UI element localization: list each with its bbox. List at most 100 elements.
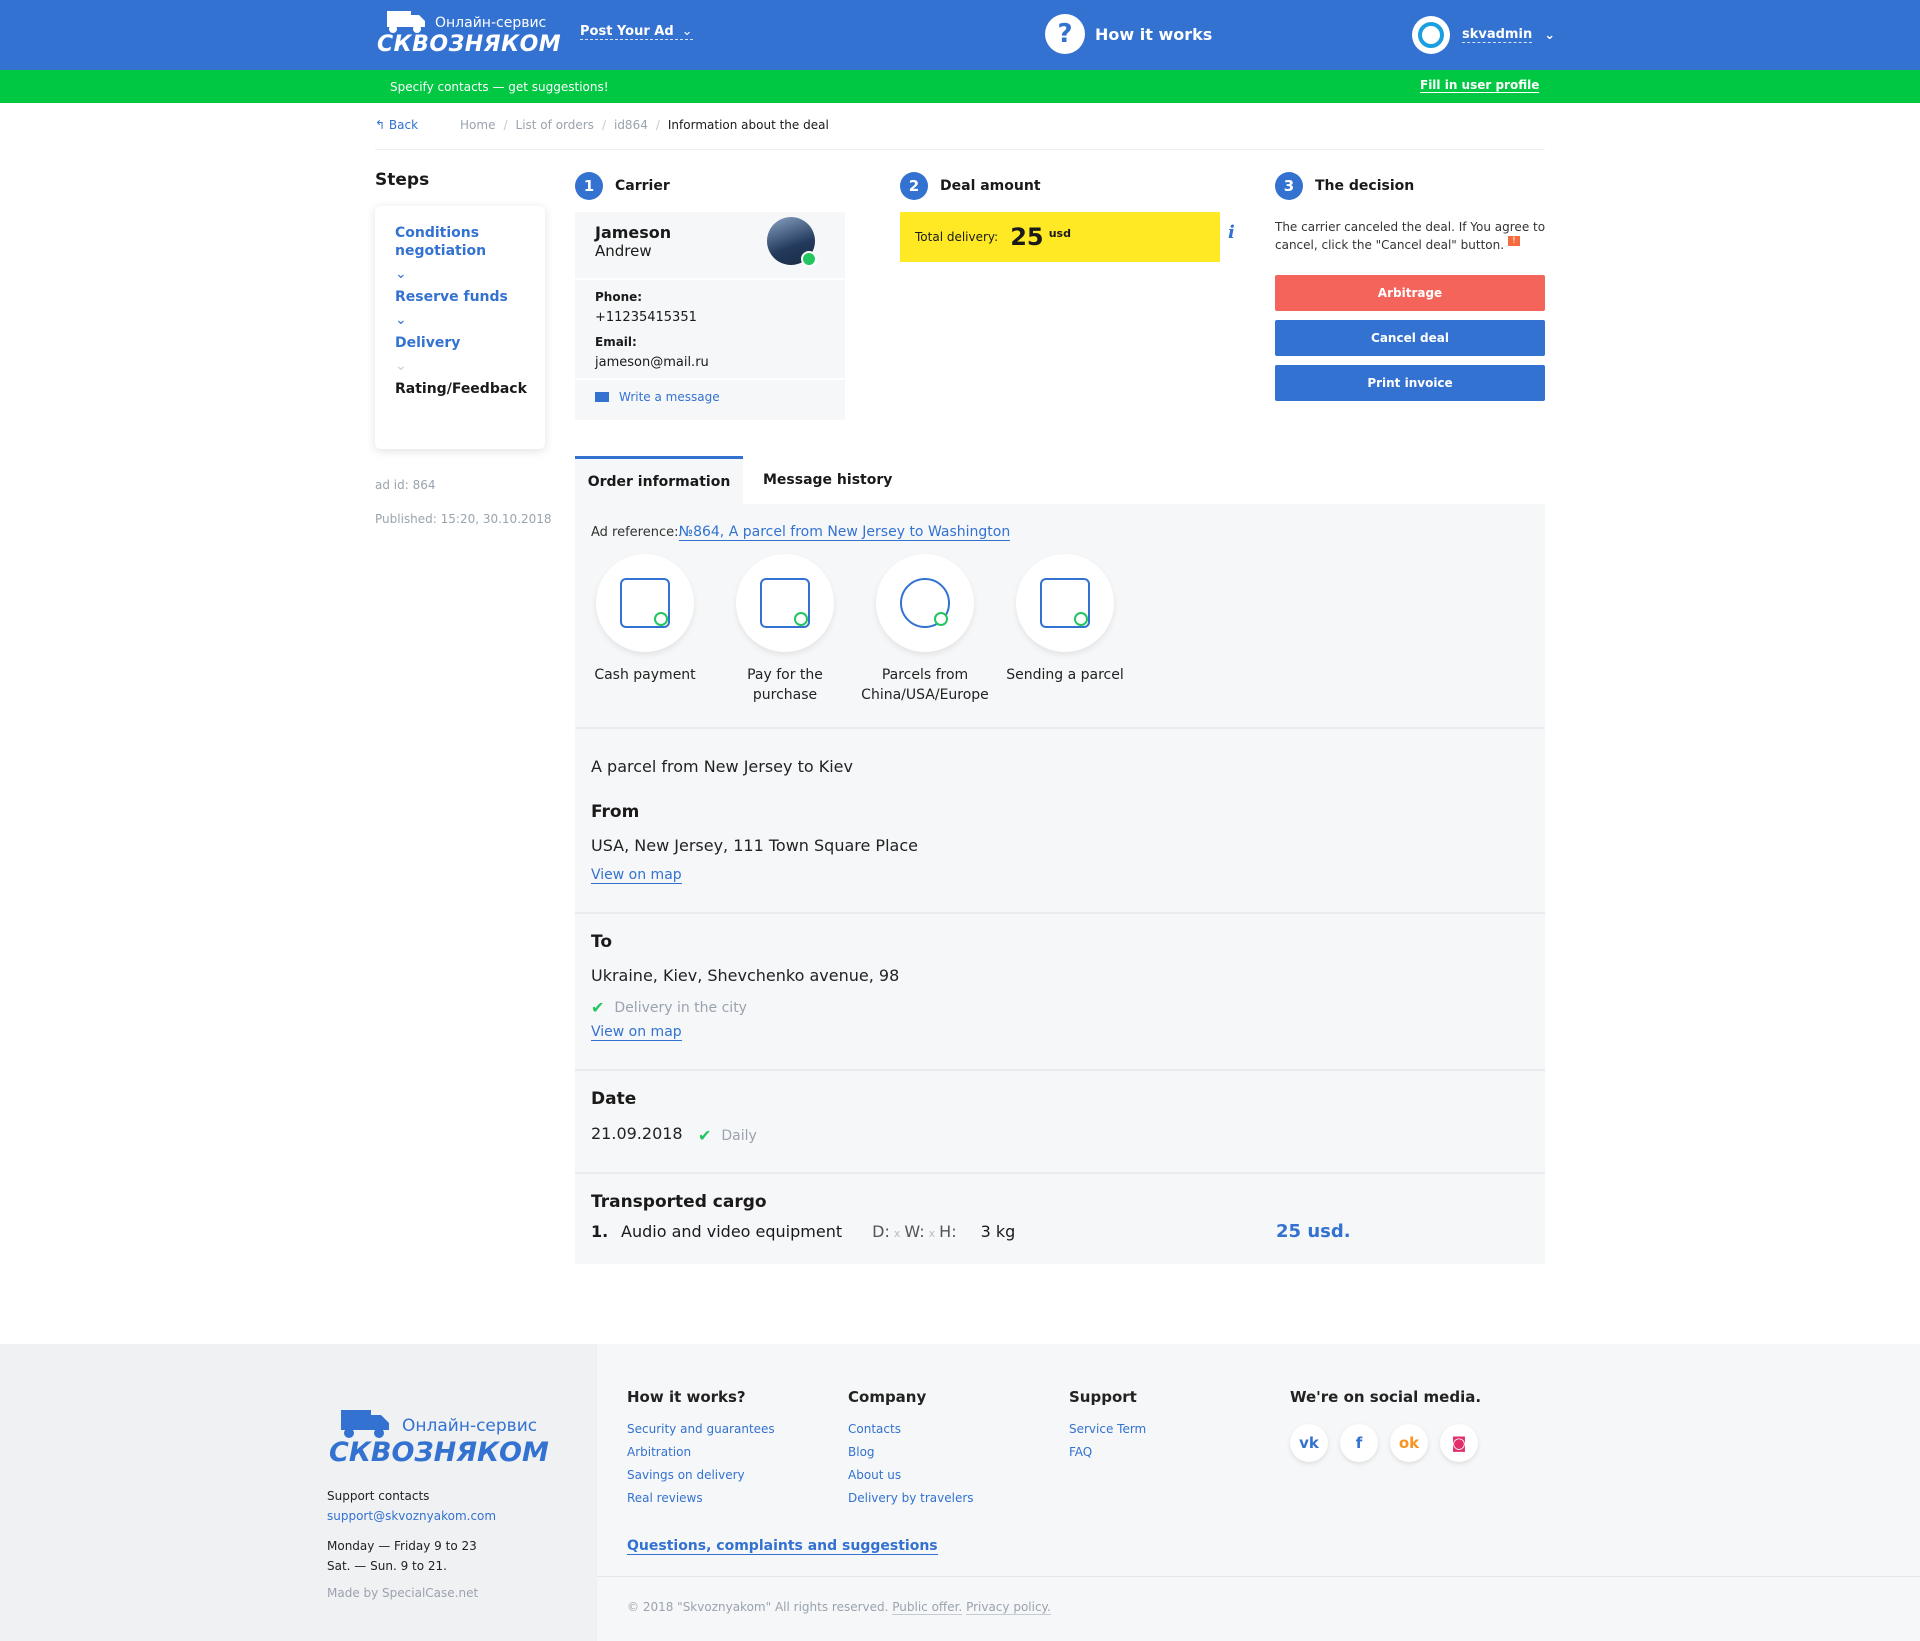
breadcrumb: ↰ Back Home / List of orders / id864 / I… (375, 118, 1545, 150)
privacy-policy-link[interactable]: Privacy policy. (966, 1600, 1051, 1615)
divider (575, 1069, 1545, 1071)
delivery-in-city-label: Delivery in the city (614, 999, 747, 1016)
footer: Онлайн-сервис СКВОЗНЯКОМ Support contact… (0, 1344, 1920, 1641)
step-rating[interactable]: Rating/Feedback (395, 380, 527, 398)
breadcrumb-separator: / (601, 118, 606, 132)
carrier-title: Carrier (615, 178, 670, 194)
deal-currency: usd (1048, 227, 1071, 240)
feature-parcels: Parcels from China/USA/Europe (855, 554, 995, 705)
info-icon[interactable]: i (1228, 222, 1235, 243)
step-reserve[interactable]: Reserve funds (395, 288, 525, 306)
how-it-works-link[interactable]: ? How it works (1045, 14, 1212, 54)
footer-link[interactable]: Blog (848, 1445, 974, 1459)
breadcrumb-home[interactable]: Home (460, 118, 495, 132)
carrier-heading: 1 Carrier (575, 172, 670, 200)
footer-col-company: Company Contacts Blog About us Delivery … (848, 1388, 974, 1514)
power-icon (1412, 16, 1450, 54)
footer-link[interactable]: Real reviews (627, 1491, 775, 1505)
wallet-icon (736, 554, 834, 652)
dim-w: W: (904, 1222, 925, 1241)
questions-link[interactable]: Questions, complaints and suggestions (627, 1538, 938, 1555)
check-icon: ✔ (698, 1126, 712, 1145)
feature-label: Sending a parcel (1006, 667, 1124, 683)
footer-social: We're on social media. (1290, 1388, 1481, 1422)
copyright: © 2018 "Skvoznyakom" All rights reserved… (627, 1600, 1051, 1615)
hours-weekdays: Monday — Friday 9 to 23 (327, 1539, 477, 1553)
arbitrage-button[interactable]: Arbitrage (1275, 275, 1545, 311)
instagram-icon[interactable]: ◙ (1440, 1424, 1478, 1462)
breadcrumb-orders[interactable]: List of orders (516, 118, 594, 132)
back-arrow-icon: ↰ (375, 118, 386, 132)
footer-logo[interactable]: Онлайн-сервис СКВОЗНЯКОМ (327, 1404, 549, 1468)
to-title: To (591, 932, 613, 952)
user-menu[interactable]: skvadmin ⌄ (1412, 16, 1555, 54)
chevron-down-icon: ⌄ (681, 24, 693, 39)
breadcrumb-id[interactable]: id864 (614, 118, 648, 132)
vk-icon[interactable]: vk (1290, 1424, 1328, 1462)
footer-link[interactable]: About us (848, 1468, 974, 1482)
to-address: Ukraine, Kiev, Shevchenko avenue, 98 (591, 966, 900, 985)
footer-col-title: Support (1069, 1388, 1137, 1406)
ad-reference-label: Ad reference: (591, 525, 679, 540)
from-address: USA, New Jersey, 111 Town Square Place (591, 836, 918, 855)
logo-bottom-text: СКВОЗНЯКОМ (377, 32, 562, 57)
top-header: Онлайн-сервис СКВОЗНЯКОМ Post Your Ad ⌄ ?… (0, 0, 1920, 70)
phone-value: +11235415351 (595, 310, 697, 325)
breadcrumb-separator: / (655, 118, 660, 132)
username: skvadmin (1462, 27, 1533, 43)
cargo-row: 1. Audio and video equipment D: x W: x H: 3 … (591, 1221, 1531, 1242)
tab-message-history[interactable]: Message history (763, 456, 892, 504)
from-view-on-map-link[interactable]: View on map (591, 867, 682, 884)
footer-col-title: How it works? (627, 1388, 746, 1406)
post-ad-menu[interactable]: Post Your Ad ⌄ (580, 24, 693, 40)
print-invoice-button[interactable]: Print invoice (1275, 365, 1545, 401)
deal-amount-box: Total delivery: 25 usd (900, 212, 1220, 262)
back-label: Back (388, 118, 419, 132)
footer-link[interactable]: Savings on delivery (627, 1468, 775, 1482)
made-by: Made by SpecialCase.net (327, 1586, 479, 1600)
step-number: 1 (575, 172, 603, 200)
footer-link[interactable]: Service Term (1069, 1422, 1146, 1436)
envelope-icon (595, 392, 609, 402)
footer-left (0, 1344, 597, 1641)
feature-purchase: Pay for the purchase (715, 554, 855, 705)
divider (575, 912, 1545, 914)
footer-link[interactable]: Security and guarantees (627, 1422, 775, 1436)
footer-link[interactable]: Contacts (848, 1422, 974, 1436)
support-contacts: Support contacts support@skvoznyakom.com (327, 1486, 496, 1526)
footer-link[interactable]: FAQ (1069, 1445, 1146, 1459)
footer-col-how: How it works? Security and guarantees Ar… (627, 1388, 775, 1514)
carrier-last-name: Andrew (595, 242, 652, 260)
published-date: Published: 15:20, 30.10.2018 (375, 512, 552, 526)
footer-link[interactable]: Delivery by travelers (848, 1491, 974, 1505)
footer-link[interactable]: Arbitration (627, 1445, 775, 1459)
delivery-in-city: ✔ Delivery in the city (591, 998, 747, 1017)
daily-flag: ✔ Daily (698, 1126, 757, 1145)
public-offer-link[interactable]: Public offer. (892, 1600, 963, 1615)
support-email-link[interactable]: support@skvoznyakom.com (327, 1509, 496, 1523)
step-delivery[interactable]: Delivery (395, 334, 525, 352)
step-number: 2 (900, 172, 928, 200)
step-conditions[interactable]: Conditions negotiation (395, 224, 525, 260)
carrier-name: Jameson Andrew (595, 224, 671, 261)
tab-order-information[interactable]: Order information (575, 456, 743, 504)
decision-message: The carrier canceled the deal. If You ag… (1275, 220, 1546, 252)
cargo-price: 25 usd. (1276, 1221, 1351, 1242)
back-link[interactable]: ↰ Back (375, 118, 418, 132)
chevron-down-icon: ⌄ (395, 266, 407, 282)
to-view-on-map-link[interactable]: View on map (591, 1024, 682, 1041)
divider (575, 727, 1545, 729)
decision-title: The decision (1315, 178, 1415, 194)
cancel-deal-button[interactable]: Cancel deal (1275, 320, 1545, 356)
site-logo[interactable]: Онлайн-сервис СКВОЗНЯКОМ (375, 5, 561, 57)
fill-profile-link[interactable]: Fill in user profile (1420, 78, 1540, 93)
dim-sep: x (893, 1227, 901, 1240)
divider (575, 378, 845, 380)
write-message-link[interactable]: Write a message (595, 390, 720, 404)
facebook-icon[interactable]: f (1340, 1424, 1378, 1462)
ad-reference-link[interactable]: №864, A parcel from New Jersey to Washin… (678, 524, 1011, 541)
how-it-works-label: How it works (1095, 24, 1213, 44)
odnoklassniki-icon[interactable]: ok (1390, 1424, 1428, 1462)
deal-heading: 2 Deal amount (900, 172, 1041, 200)
feature-cash: Cash payment (575, 554, 715, 685)
